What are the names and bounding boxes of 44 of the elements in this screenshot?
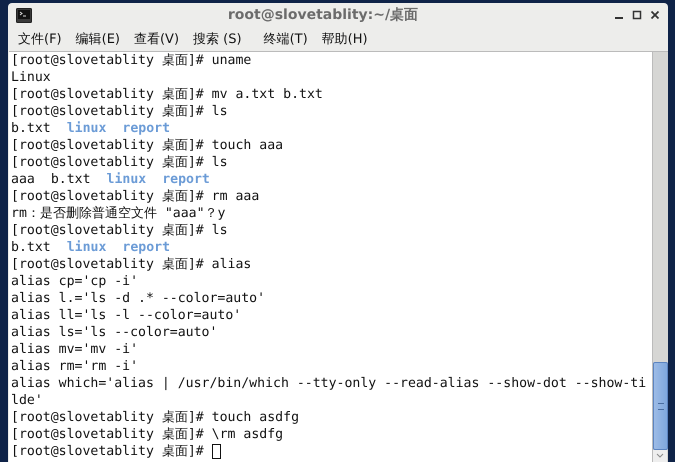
menu-item[interactable]: 文件(F) [18,30,62,48]
terminal-text: alias cp='cp -i' [11,273,138,290]
scrollbar[interactable] [652,52,668,462]
close-icon[interactable] [650,10,660,20]
terminal-text: alias ll='ls -l --color=auto' [11,307,242,324]
menu-item[interactable]: 终端(T) [264,30,308,48]
terminal-text: [root@slovetablity 桌面]# ls [11,103,228,120]
terminal-text: lde' [11,392,43,409]
terminal-text: aaa [11,171,35,188]
terminal-text: [root@slovetablity 桌面]# ls [11,154,228,171]
terminal-text: b.txt [11,239,51,256]
terminal-text: [root@slovetablity 桌面]# ls [11,222,228,239]
menu-item[interactable]: 搜索 (S) [193,30,242,48]
terminal-text: alias l.='ls -d .* --color=auto' [11,290,266,307]
terminal-text: report [162,171,210,188]
terminal-icon [16,8,32,22]
window-title: root@slovetablity:~/桌面 [226,6,420,24]
maximize-icon[interactable] [632,10,642,20]
terminal-text: rm：是否删除普通空文件 "aaa"？y [11,205,226,222]
terminal-text: [root@slovetablity 桌面]# \rm asdfg [11,426,284,443]
terminal-text: b.txt [50,171,91,188]
terminal-text: alias rm='rm -i' [11,358,138,375]
terminal-text: linux [66,239,106,256]
menu-item[interactable]: 查看(V) [134,30,180,48]
terminal-text: [root@slovetablity 桌面]# rm aaa [11,188,260,205]
terminal-text: alias which='alias | /usr/bin/which --tty-only --read-alias --show-dot --show-ti [11,375,646,392]
terminal-text: [root@slovetablity 桌面]# uname [11,52,252,69]
terminal-text: report [122,239,170,256]
terminal-text: alias ls='ls --color=auto' [11,324,218,341]
terminal-text: [root@slovetablity 桌面]# mv a.txt b.txt [11,86,323,103]
terminal-text: report [122,120,170,137]
scrollbar-thumb[interactable] [653,362,668,450]
terminal-text: [root@slovetablity 桌面]# touch asdfg [11,409,300,426]
menu-item[interactable]: 帮助(H) [322,30,368,48]
menu-item[interactable]: 编辑(E) [76,30,120,48]
terminal-text: alias mv='mv -i' [11,341,138,358]
terminal-text: linux [66,120,106,137]
terminal-text: b.txt [11,120,51,137]
terminal-text: [root@slovetablity 桌面]# touch aaa [11,137,284,154]
terminal-text: [root@slovetablity 桌面]# [11,443,204,460]
terminal-text: linux [106,171,146,188]
scroll-down-icon[interactable] [653,450,667,462]
terminal-text: Linux [11,69,51,86]
terminal-text: [root@slovetablity 桌面]# alias [11,256,252,273]
